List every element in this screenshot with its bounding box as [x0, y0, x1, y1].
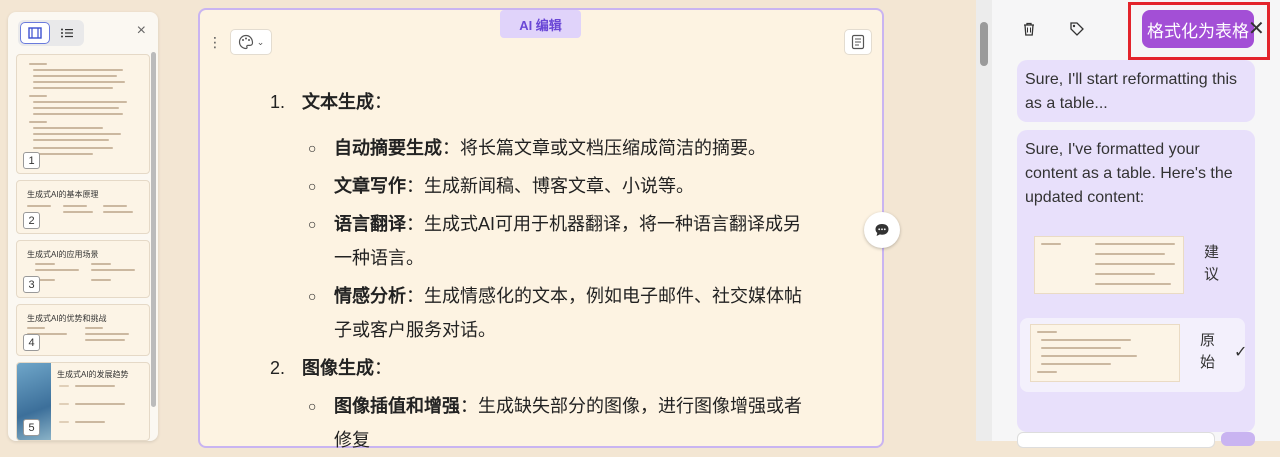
list-item-suffix: ：: [374, 358, 392, 378]
chevron-down-icon: ⌄: [256, 36, 265, 47]
close-panel-icon[interactable]: ×: [137, 22, 146, 40]
list-item-title: 自动摘要生成: [334, 138, 442, 158]
page-thumbnail-4[interactable]: 生成式AI的优势和挑战 4: [16, 304, 150, 356]
page-thumbnail-1[interactable]: 1: [16, 54, 150, 174]
list-item: ○ 情感分析：生成情感化的文本，例如电子邮件、社交媒体帖子或客户服务对话。: [270, 279, 814, 347]
ai-edit-tab[interactable]: AI 编辑: [500, 10, 581, 38]
bullet: ○: [308, 216, 317, 232]
document-scrollbar[interactable]: [976, 0, 992, 441]
page-thumbnail-3[interactable]: 生成式AI的应用场景 3: [16, 240, 150, 298]
page-thumbnail-title: 生成式AI的应用场景: [27, 250, 99, 259]
list-item-title: 文章写作: [334, 176, 406, 196]
option-original[interactable]: 原始 ✓: [1020, 318, 1248, 392]
bullet: ○: [308, 398, 317, 414]
page-thumbnail-title: 生成式AI的基本原理: [27, 190, 99, 199]
list-item-title: 语言翻译: [334, 214, 406, 234]
list-marker: 2.: [270, 358, 286, 378]
page-number: 1: [23, 152, 40, 169]
check-icon: ✓: [1234, 344, 1248, 361]
page-number: 3: [23, 276, 40, 293]
list-item: ○ 自动摘要生成：将长篇文章或文档压缩成简洁的摘要。: [270, 131, 830, 165]
list-item: ○ 图像插值和增强：生成缺失部分的图像，进行图像增强或者修复: [270, 389, 814, 457]
page-thumbnail-title: 生成式AI的优势和挑战: [27, 314, 107, 323]
list-icon: [61, 28, 73, 38]
page-number: 5: [23, 419, 40, 436]
view-toggle: [18, 20, 84, 46]
scrollbar-thumb[interactable]: [980, 22, 988, 66]
option-suggestion[interactable]: 建议: [1024, 230, 1249, 304]
comment-button[interactable]: [864, 212, 900, 248]
list-item-title: 情感分析: [334, 286, 406, 306]
document-content: 1. 文本生成： ○ 自动摘要生成：将长篇文章或文档压缩成简洁的摘要。 ○ 文章写作：…: [270, 85, 830, 457]
list-item-title: 图像插值和增强: [334, 396, 460, 416]
list-item-title: 文本生成: [302, 92, 374, 112]
ai-message: Sure, I'll start reformatting this as a …: [1017, 60, 1255, 122]
list-item-text: ：生成新闻稿、博客文章、小说等。: [406, 176, 694, 196]
list-item: 2. 图像生成：: [270, 351, 830, 385]
bullet: ○: [308, 140, 317, 156]
thumbnails-scrollbar[interactable]: [151, 52, 156, 407]
close-icon[interactable]: ✕: [1248, 16, 1265, 41]
list-marker: 1.: [270, 92, 286, 112]
original-preview: [1030, 324, 1180, 382]
notes-icon[interactable]: [844, 29, 872, 55]
page-thumbnail-title: 生成式AI的发展趋势: [57, 370, 129, 379]
list-item-suffix: ：: [374, 92, 392, 112]
list-item: ○ 语言翻译：生成式AI可用于机器翻译，将一种语言翻译成另一种语言。: [270, 207, 814, 275]
trash-icon[interactable]: [1016, 16, 1042, 42]
list-item: 1. 文本生成：: [270, 85, 830, 119]
palette-icon: [238, 34, 253, 50]
list-item: ○ 文章写作：生成新闻稿、博客文章、小说等。: [270, 169, 830, 203]
format-as-table-button[interactable]: 格式化为表格: [1142, 10, 1254, 48]
list-view-button[interactable]: [52, 22, 82, 44]
page-thumbnails-panel: × 1 生成式AI的基本原理 2 生成式AI的应用场景 3 生成式AI的优势和挑…: [8, 12, 158, 441]
more-vert-icon[interactable]: ⋮: [206, 29, 224, 55]
list-item-title: 图像生成: [302, 358, 374, 378]
option-label: 原始: [1200, 332, 1216, 371]
list-item-text: ：将长篇文章或文档压缩成简洁的摘要。: [442, 138, 766, 158]
bullet: ○: [308, 288, 317, 304]
page-thumbnail-2[interactable]: 生成式AI的基本原理 2: [16, 180, 150, 234]
palette-dropdown[interactable]: ⌄: [230, 29, 272, 55]
ai-message-text: Sure, I'll start reformatting this as a …: [1025, 71, 1238, 112]
send-button[interactable]: [1221, 432, 1255, 446]
page-thumbnail-5[interactable]: 生成式AI的发展趋势 5: [16, 362, 150, 441]
thumbnails-view-button[interactable]: [20, 22, 50, 44]
tag-icon[interactable]: [1064, 16, 1090, 42]
page-number: 4: [23, 334, 40, 351]
option-label: 建议: [1204, 244, 1220, 283]
suggestion-preview: [1034, 236, 1184, 294]
bullet: ○: [308, 178, 317, 194]
film-icon: [28, 27, 42, 39]
chat-input[interactable]: [1017, 432, 1215, 448]
comment-icon: [875, 224, 889, 236]
ai-message-text: Sure, I've formatted your content as a t…: [1025, 141, 1233, 206]
page-number: 2: [23, 212, 40, 229]
